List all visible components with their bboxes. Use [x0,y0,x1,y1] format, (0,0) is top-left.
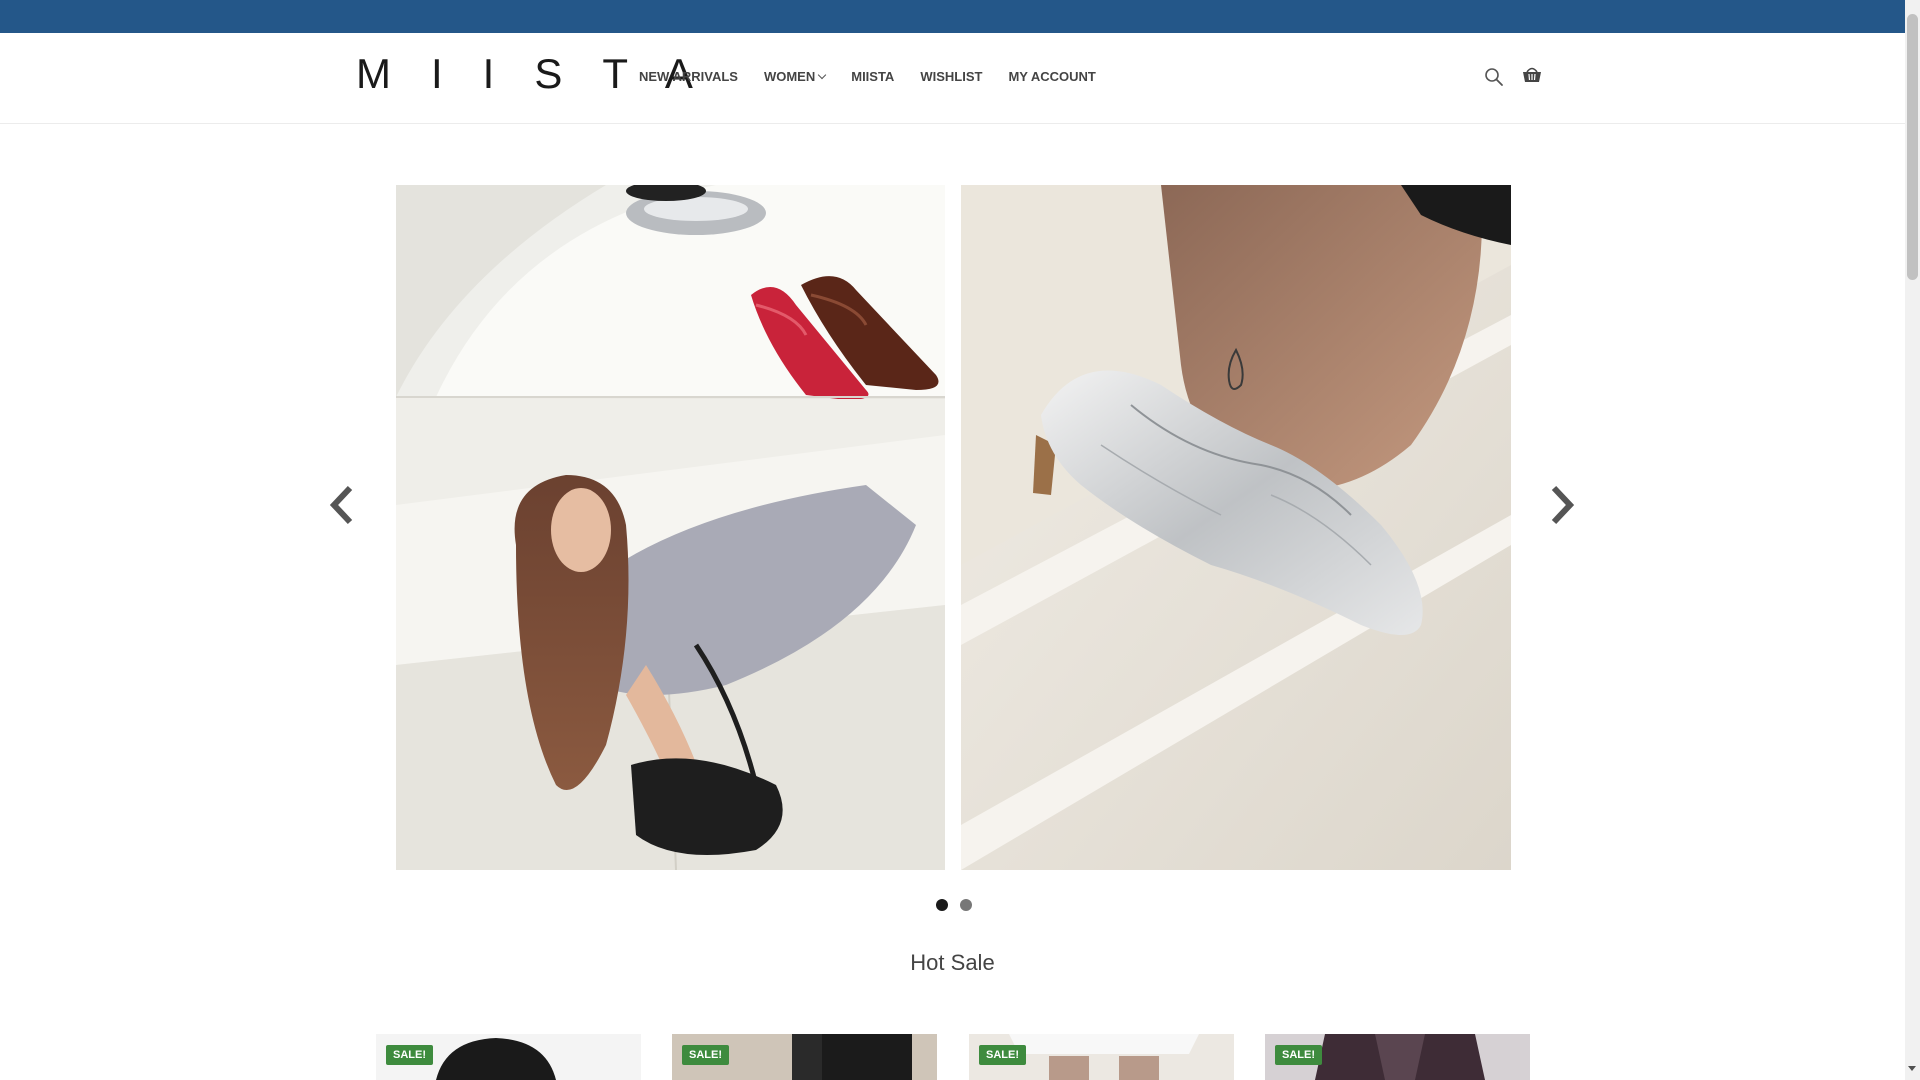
product-card[interactable]: SALE! [1265,1034,1530,1080]
carousel-next-arrow-icon[interactable] [1546,480,1580,530]
sale-badge: SALE! [1275,1045,1322,1065]
hero-carousel [396,185,1511,870]
top-announcement-bar [0,0,1905,33]
slide-image-silver-shoe[interactable] [961,185,1511,870]
carousel-dot-2[interactable] [960,899,972,911]
search-icon[interactable] [1484,67,1504,87]
carousel-prev-arrow-icon[interactable] [324,480,358,530]
basket-icon[interactable] [1521,64,1543,86]
nav-item-wishlist[interactable]: WISHLIST [920,69,982,84]
page-scrollbar[interactable] [1905,0,1920,1080]
nav-item-new-arrivals[interactable]: NEW ARRIVALS [639,69,738,84]
carousel-dots [936,899,972,911]
nav-item-miista[interactable]: MIISTA [851,69,894,84]
slide-image-model-with-bag[interactable] [396,185,945,870]
scroll-down-arrow-icon[interactable] [1908,1066,1916,1071]
nav-item-women[interactable]: WOMEN [764,69,827,84]
product-card[interactable]: SALE! [672,1034,937,1080]
sale-badge: SALE! [386,1045,433,1065]
sale-badge: SALE! [979,1045,1026,1065]
sale-badge: SALE! [682,1045,729,1065]
main-nav: NEW ARRIVALS WOMEN MIISTA WISHLIST MY AC… [639,66,1122,86]
product-card[interactable]: SALE! [969,1034,1234,1080]
scrollbar-thumb[interactable] [1907,14,1918,280]
carousel-dot-1[interactable] [936,899,948,911]
nav-item-my-account[interactable]: MY ACCOUNT [1008,69,1095,84]
chevron-down-icon [817,70,827,79]
product-card[interactable]: SALE! [376,1034,641,1080]
hot-sale-title: Hot Sale [910,950,995,975]
